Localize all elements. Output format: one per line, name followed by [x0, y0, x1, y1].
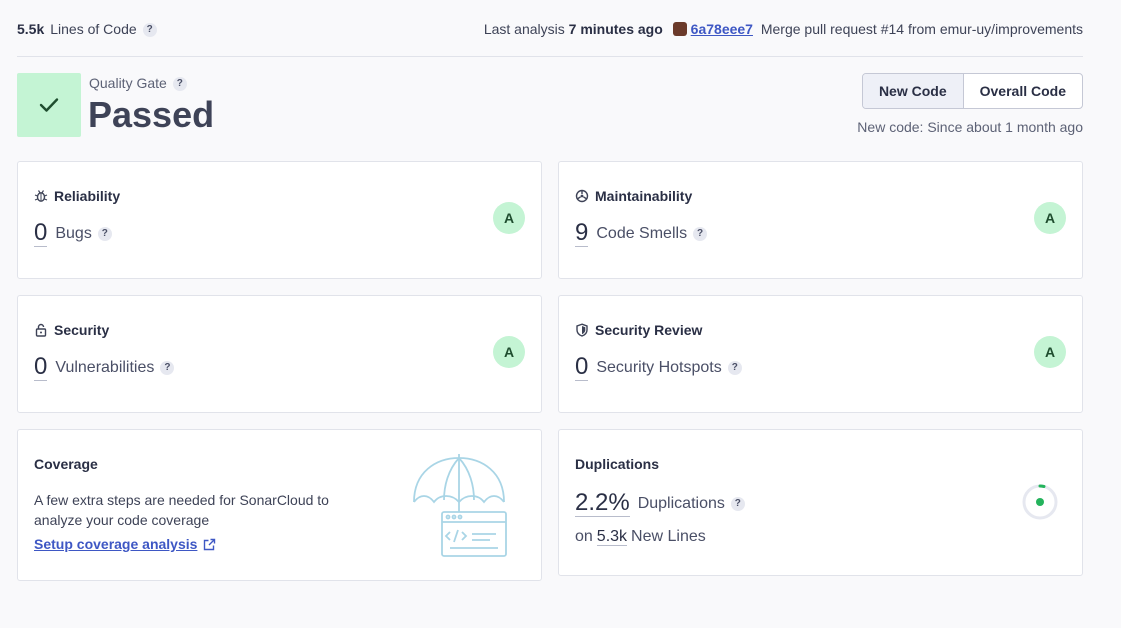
setup-coverage-link-text[interactable]: Setup coverage analysis	[34, 536, 197, 552]
summary-bar: 5.5k Lines of Code? Last analysis 7 minut…	[17, 0, 1083, 57]
help-icon[interactable]: ?	[730, 496, 745, 511]
new-lines-prefix: on	[575, 528, 593, 545]
vulnerabilities-metric: 0 Vulnerabilities ?	[34, 354, 175, 381]
bugs-metric: 0 Bugs ?	[34, 220, 112, 247]
code-smells-metric: 9 Code Smells ?	[575, 220, 708, 247]
bugs-value[interactable]: 0	[34, 220, 48, 247]
last-analysis-time: 7 minutes ago	[568, 21, 663, 37]
security-title: Security	[34, 322, 109, 338]
external-link-icon	[204, 538, 216, 550]
umbrella-illustration-icon	[413, 454, 507, 557]
security-review-title-text: Security Review	[595, 322, 703, 338]
reliability-rating-badge[interactable]: A	[493, 202, 525, 234]
commit-link[interactable]: 6a78eee7	[691, 21, 753, 37]
security-rating-badge[interactable]: A	[493, 336, 525, 368]
duplications-ring-dot	[1036, 498, 1044, 506]
duplications-title: Duplications	[575, 456, 660, 472]
security-hotspots-value[interactable]: 0	[575, 354, 589, 381]
quality-gate-label: Quality Gate?	[89, 75, 187, 92]
lines-of-code: 5.5k Lines of Code?	[17, 21, 157, 38]
overall-code-button[interactable]: Overall Code	[964, 74, 1082, 108]
security-review-card: Security Review 0 Security Hotspots ? A	[558, 295, 1083, 413]
commit-message: Merge pull request #14 from emur-uy/impr…	[760, 21, 1083, 37]
help-icon[interactable]: ?	[172, 77, 187, 92]
bug-icon	[34, 190, 48, 202]
maintainability-title: Maintainability	[575, 188, 692, 204]
maintainability-title-text: Maintainability	[595, 188, 693, 204]
quality-gate-status: Passed	[88, 94, 215, 135]
code-smells-label: Code Smells	[596, 224, 688, 242]
new-code-period: New code: Since about 1 month ago	[857, 119, 1083, 135]
coverage-description: A few extra steps are needed for SonarCl…	[34, 492, 329, 528]
security-card: Security 0 Vulnerabilities ? A	[17, 295, 542, 413]
security-hotspots-metric: 0 Security Hotspots ?	[575, 354, 742, 381]
duplications-metric: 2.2% Duplications ?	[575, 490, 745, 517]
vulnerabilities-value[interactable]: 0	[34, 354, 48, 381]
security-review-title: Security Review	[575, 322, 702, 338]
period-toggle: New Code Overall Code	[861, 73, 1083, 109]
duplications-card: Duplications 2.2% Duplications ? on 5.3k N…	[558, 429, 1083, 576]
lines-of-code-label: Lines of Code	[50, 21, 137, 37]
reliability-card: Reliability 0 Bugs ? A	[17, 161, 542, 279]
shield-icon	[576, 323, 588, 337]
duplications-label: Duplications	[637, 494, 725, 512]
avatar	[672, 22, 687, 36]
help-icon[interactable]: ?	[142, 23, 157, 38]
code-smells-value[interactable]: 9	[575, 220, 589, 247]
vulnerabilities-label: Vulnerabilities	[55, 358, 155, 376]
new-code-button[interactable]: New Code	[862, 74, 964, 108]
help-icon[interactable]: ?	[160, 360, 175, 375]
duplications-ring-arc	[1038, 484, 1046, 488]
security-hotspots-label: Security Hotspots	[596, 358, 722, 376]
quality-gate-label-text: Quality Gate	[89, 75, 167, 91]
reliability-title-text: Reliability	[54, 188, 121, 204]
setup-coverage-link[interactable]: Setup coverage analysis	[34, 536, 216, 552]
help-icon[interactable]: ?	[97, 226, 112, 241]
new-lines-metric: on 5.3k New Lines	[575, 528, 706, 546]
reliability-title: Reliability	[34, 188, 120, 204]
security-review-rating-badge[interactable]: A	[1034, 336, 1066, 368]
check-icon	[39, 98, 59, 112]
quality-gate-status-box	[17, 73, 81, 137]
help-icon[interactable]: ?	[693, 226, 708, 241]
duplications-ring-icon	[1022, 484, 1058, 520]
new-lines-value[interactable]: 5.3k	[596, 528, 628, 546]
help-icon[interactable]: ?	[727, 360, 742, 375]
lock-icon	[35, 323, 47, 337]
new-lines-label: New Lines	[631, 528, 706, 545]
security-title-text: Security	[54, 322, 110, 338]
maintainability-icon	[575, 189, 589, 203]
lines-of-code-value[interactable]: 5.5k	[17, 21, 44, 37]
bugs-label: Bugs	[55, 224, 92, 242]
coverage-card: Coverage A few extra steps are needed fo…	[17, 429, 542, 581]
maintainability-card: Maintainability 9 Code Smells ? A	[558, 161, 1083, 279]
last-analysis-label: Last analysis	[483, 21, 565, 37]
coverage-title: Coverage	[34, 456, 98, 472]
last-analysis: Last analysis 7 minutes ago 6a78eee7 Mer…	[484, 21, 1083, 37]
maintainability-rating-badge[interactable]: A	[1034, 202, 1066, 234]
duplications-value[interactable]: 2.2%	[575, 490, 630, 517]
